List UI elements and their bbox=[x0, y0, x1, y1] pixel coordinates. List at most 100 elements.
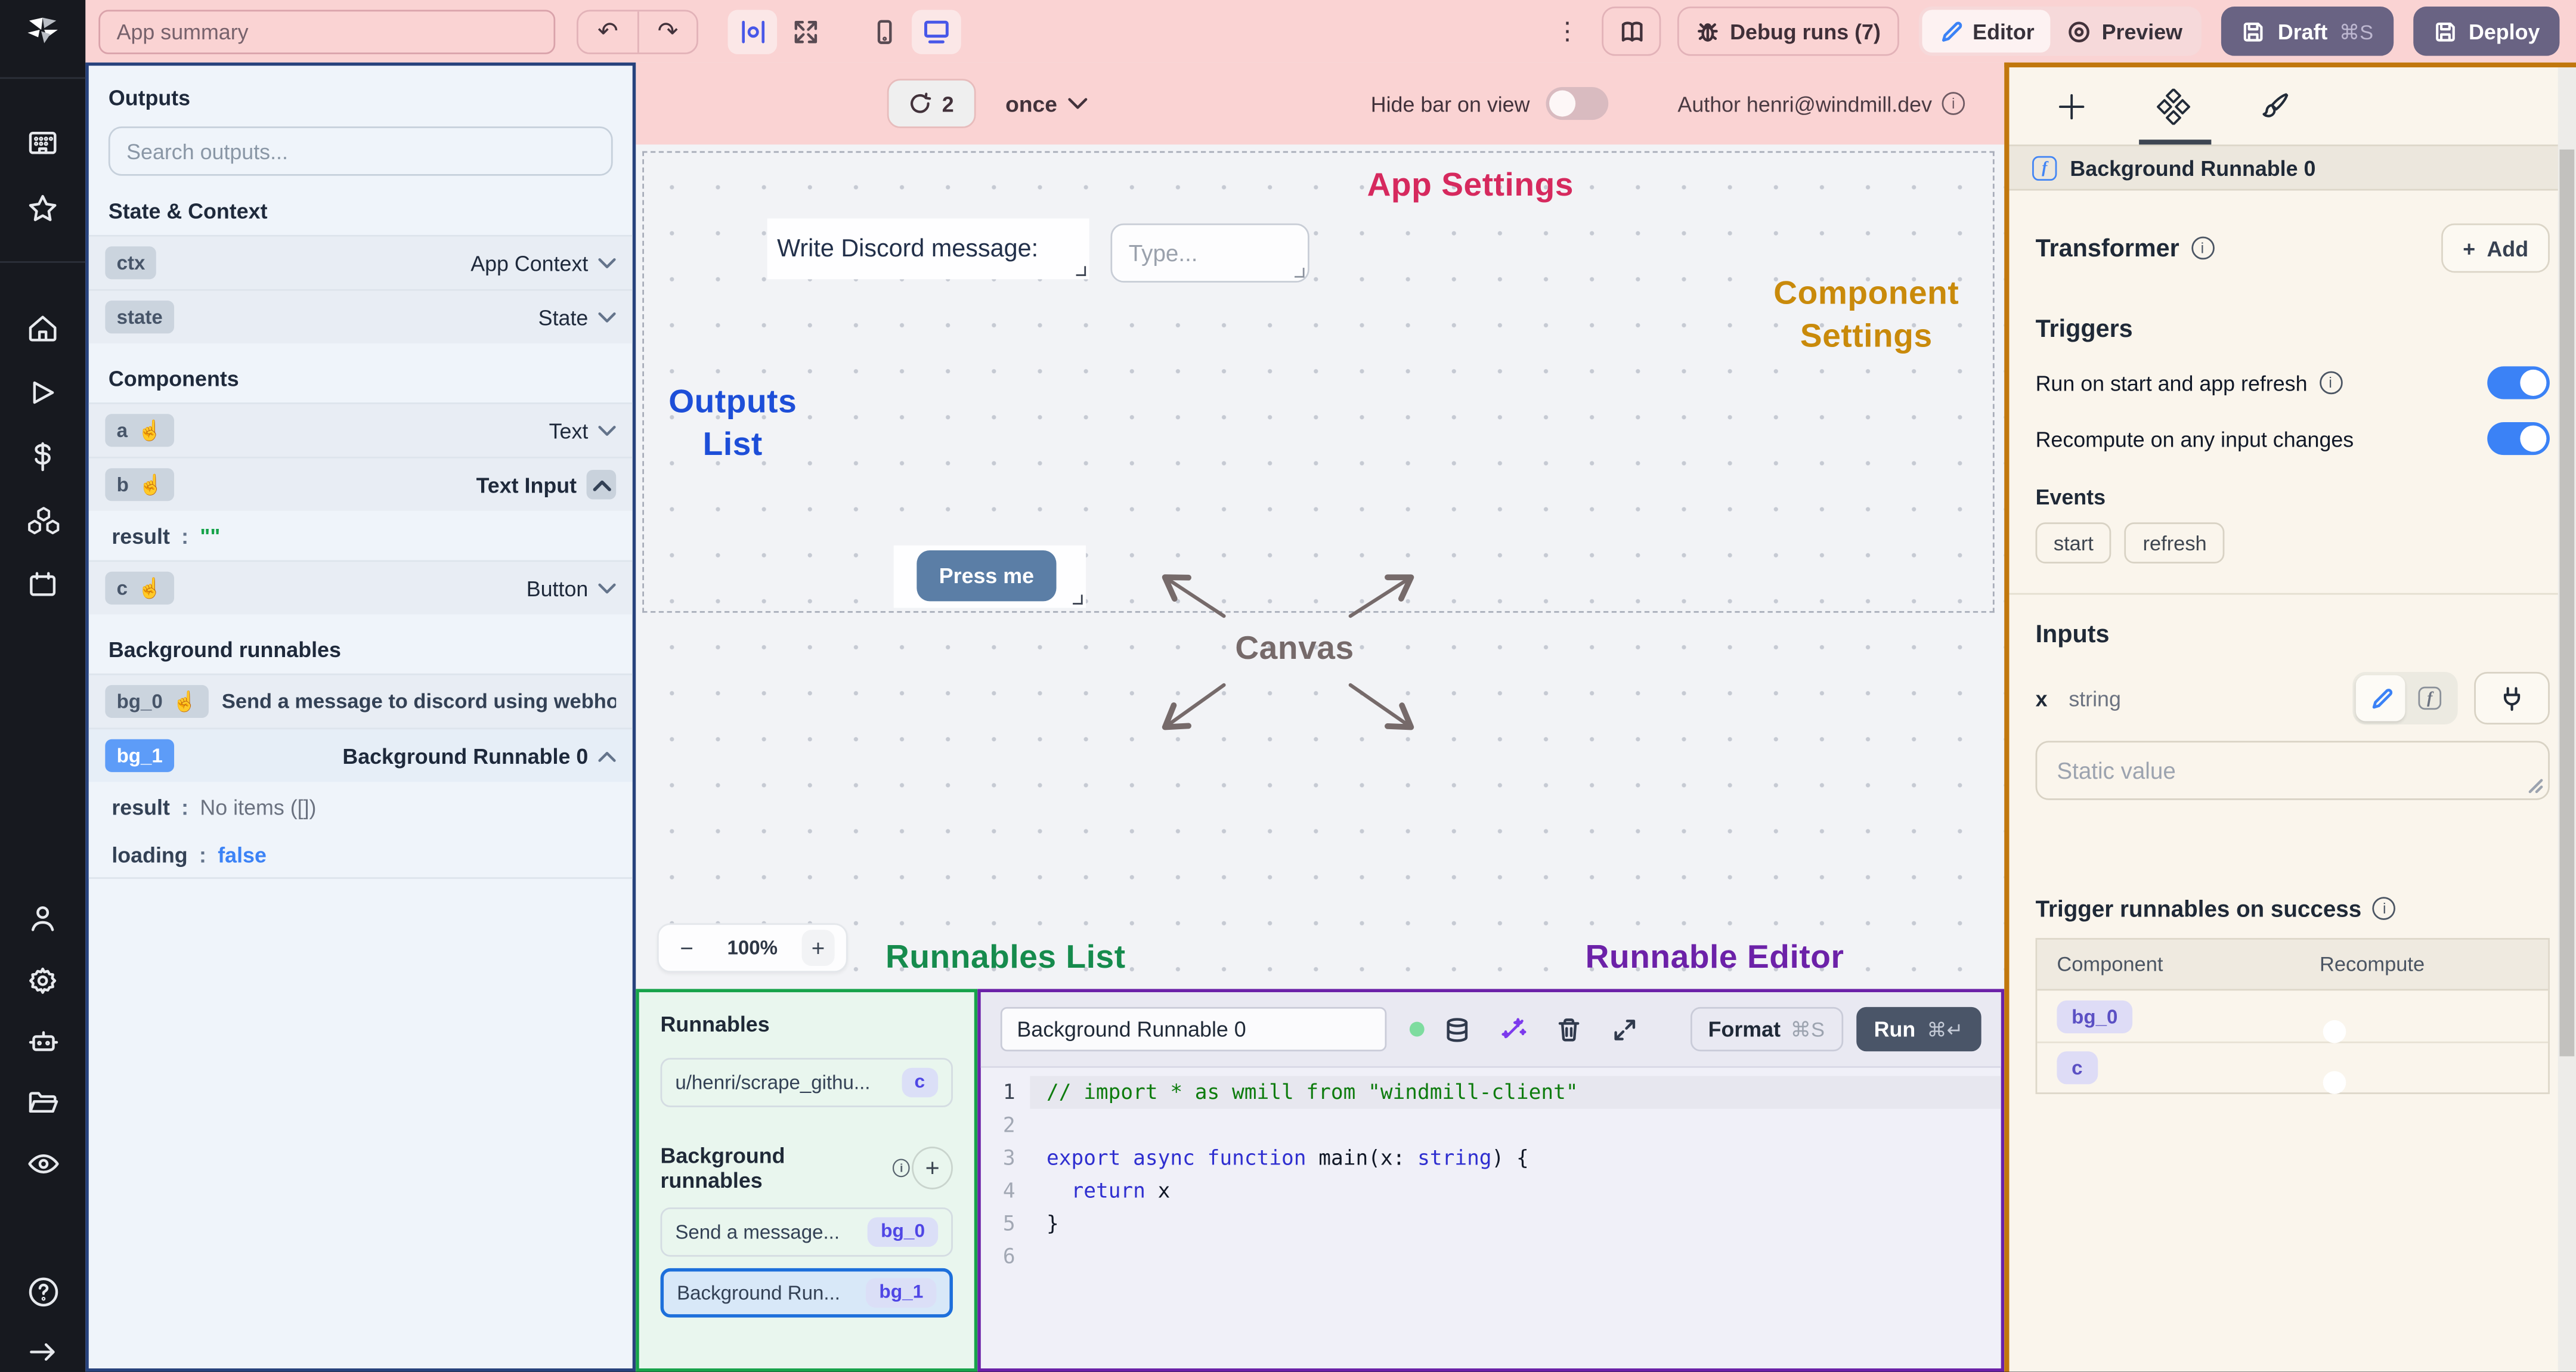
favorites-star-icon[interactable] bbox=[24, 191, 61, 227]
canvas-grid[interactable]: App Settings Write Discord message: Type… bbox=[636, 144, 2005, 989]
chevron-down-icon[interactable] bbox=[598, 257, 616, 268]
tab-preview[interactable]: Preview bbox=[2051, 10, 2199, 53]
tab-editor[interactable]: Editor bbox=[1921, 10, 2051, 53]
variables-dollar-icon[interactable] bbox=[24, 439, 61, 475]
add-transformer-button[interactable]: + Add bbox=[2441, 223, 2550, 273]
hide-bar-row: Hide bar on view bbox=[1371, 87, 1609, 120]
add-background-runnable-button[interactable]: + bbox=[912, 1147, 953, 1190]
runnable-name-input[interactable] bbox=[1000, 1006, 1387, 1052]
scrollbar-track[interactable] bbox=[2558, 67, 2576, 1372]
runnable-item-scrape-github[interactable]: u/henri/scrape_githu... c bbox=[660, 1058, 953, 1107]
desktop-view-button[interactable] bbox=[912, 9, 961, 54]
home-icon[interactable] bbox=[24, 311, 61, 347]
bg0-badge[interactable]: bg_0 bbox=[2057, 999, 2133, 1033]
resize-handle[interactable] bbox=[1076, 266, 1086, 276]
info-icon[interactable]: i bbox=[2373, 897, 2397, 920]
output-row-state[interactable]: state State bbox=[88, 289, 633, 343]
runnable-item-bg1-selected[interactable]: Background Run... bg_1 bbox=[660, 1268, 953, 1318]
code-content[interactable]: // import * as wmill from "windmill-clie… bbox=[1030, 1076, 2001, 1368]
delete-trash-icon[interactable] bbox=[1546, 1007, 1592, 1051]
chevron-up-icon[interactable] bbox=[586, 469, 617, 500]
outputs-panel: Outputs State & Context ctx App Context … bbox=[85, 62, 636, 1372]
info-icon[interactable]: i bbox=[892, 1159, 910, 1178]
help-icon[interactable] bbox=[24, 1273, 61, 1309]
output-row-ctx[interactable]: ctx App Context bbox=[88, 234, 633, 289]
settings-gear-icon[interactable] bbox=[24, 962, 61, 999]
workers-robot-icon[interactable] bbox=[24, 1023, 61, 1060]
outputs-list-annotation: Outputs List bbox=[668, 384, 797, 463]
debug-runs-button[interactable]: Debug runs (7) bbox=[1677, 7, 1899, 56]
resize-handle[interactable] bbox=[1073, 594, 1083, 605]
zoom-in-button[interactable]: + bbox=[801, 930, 835, 966]
user-icon[interactable] bbox=[24, 900, 61, 937]
output-row-c[interactable]: c ☝ Button bbox=[88, 560, 633, 615]
collapse-arrow-icon[interactable] bbox=[24, 1334, 61, 1370]
audit-eye-icon[interactable] bbox=[24, 1145, 61, 1181]
refresh-count-button[interactable]: 2 bbox=[887, 79, 976, 128]
text-input-component[interactable]: Type... bbox=[1110, 223, 1309, 283]
expand-editor-icon[interactable] bbox=[1602, 1007, 1648, 1051]
selected-runnable-header[interactable]: f Background Runnable 0 bbox=[2009, 144, 2576, 191]
resources-cubes-icon[interactable] bbox=[24, 503, 61, 539]
ai-wand-icon[interactable] bbox=[1490, 1007, 1536, 1051]
static-mode-pencil-icon[interactable] bbox=[2355, 675, 2405, 721]
run-on-start-toggle[interactable] bbox=[2487, 366, 2550, 399]
info-icon[interactable]: i bbox=[1942, 92, 1965, 115]
chevron-down-icon[interactable] bbox=[598, 311, 616, 323]
output-row-bg1[interactable]: bg_1 Background Runnable 0 bbox=[88, 727, 633, 782]
runnable-item-bg0[interactable]: Send a message... bg_0 bbox=[660, 1207, 953, 1257]
resize-handle[interactable] bbox=[1295, 268, 1305, 278]
run-button[interactable]: Run ⌘↵ bbox=[1856, 1006, 1981, 1052]
docs-book-icon[interactable] bbox=[1602, 7, 1661, 56]
resize-handle[interactable] bbox=[2527, 777, 2543, 794]
cache-database-icon[interactable] bbox=[1434, 1007, 1480, 1051]
scrollbar-thumb[interactable] bbox=[2559, 149, 2575, 1057]
redo-button[interactable]: ↷ bbox=[637, 10, 696, 52]
tab-styling-brush-icon[interactable] bbox=[2239, 68, 2311, 144]
component-settings-panel: f Background Runnable 0 Transformer i + A… bbox=[2004, 62, 2576, 1372]
zoom-out-button[interactable]: − bbox=[670, 930, 703, 966]
schedules-calendar-icon[interactable] bbox=[24, 567, 61, 603]
chevron-down-icon[interactable] bbox=[598, 583, 616, 594]
tab-insert-plus-icon[interactable] bbox=[2036, 68, 2108, 144]
divider bbox=[2009, 593, 2576, 595]
more-menu-button[interactable]: ⋮ bbox=[1549, 9, 1586, 53]
hide-bar-toggle[interactable] bbox=[1546, 87, 1609, 120]
info-icon[interactable]: i bbox=[2191, 236, 2214, 260]
event-chip-refresh[interactable]: refresh bbox=[2125, 522, 2225, 563]
events-label: Events bbox=[2035, 484, 2106, 510]
output-row-bg0[interactable]: bg_0 ☝ Send a message to discord using we… bbox=[88, 673, 633, 728]
chevron-up-icon[interactable] bbox=[598, 750, 616, 761]
code-editor[interactable]: 1 2 3 4 5 6 // import * as wmill from "w… bbox=[981, 1068, 2001, 1368]
static-value-input[interactable] bbox=[2053, 755, 2532, 785]
windmill-logo-icon[interactable] bbox=[24, 13, 61, 49]
chevron-down-icon[interactable] bbox=[598, 425, 616, 436]
c-badge[interactable]: c bbox=[2057, 1051, 2098, 1085]
event-chip-start[interactable]: start bbox=[2035, 522, 2112, 563]
search-outputs-input[interactable] bbox=[108, 126, 613, 176]
code-line: export async function main(x: string) { bbox=[1046, 1145, 1529, 1170]
press-me-button[interactable]: Press me bbox=[917, 550, 1057, 602]
full-width-button[interactable] bbox=[781, 9, 830, 53]
mobile-view-button[interactable] bbox=[859, 9, 909, 53]
output-row-a[interactable]: a ☝ Text bbox=[88, 402, 633, 457]
format-button[interactable]: Format ⌘S bbox=[1690, 1006, 1843, 1052]
eval-mode-function-icon[interactable]: f bbox=[2405, 675, 2454, 721]
app-summary-input[interactable] bbox=[98, 9, 556, 54]
tab-settings-components-icon[interactable] bbox=[2137, 68, 2209, 144]
author-info: Author henri@windmill.dev i bbox=[1677, 91, 1965, 116]
apps-icon[interactable] bbox=[24, 125, 61, 161]
folders-icon[interactable] bbox=[24, 1084, 61, 1120]
discord-message-text-component[interactable]: Write Discord message: bbox=[767, 218, 1089, 280]
undo-button[interactable]: ↶ bbox=[578, 11, 637, 52]
refresh-interval-dropdown[interactable]: once bbox=[1005, 91, 1086, 116]
runs-play-icon[interactable] bbox=[24, 374, 61, 411]
connect-plug-icon[interactable] bbox=[2474, 671, 2550, 724]
deploy-button[interactable]: Deploy bbox=[2413, 7, 2560, 56]
recompute-toggle[interactable] bbox=[2487, 422, 2550, 456]
output-row-b[interactable]: b ☝ Text Input bbox=[88, 456, 633, 511]
runnables-list-annotation: Runnables List bbox=[885, 939, 1126, 976]
center-layout-button[interactable] bbox=[727, 9, 778, 54]
draft-button[interactable]: Draft ⌘S bbox=[2222, 7, 2394, 56]
info-icon[interactable]: i bbox=[2318, 371, 2342, 395]
